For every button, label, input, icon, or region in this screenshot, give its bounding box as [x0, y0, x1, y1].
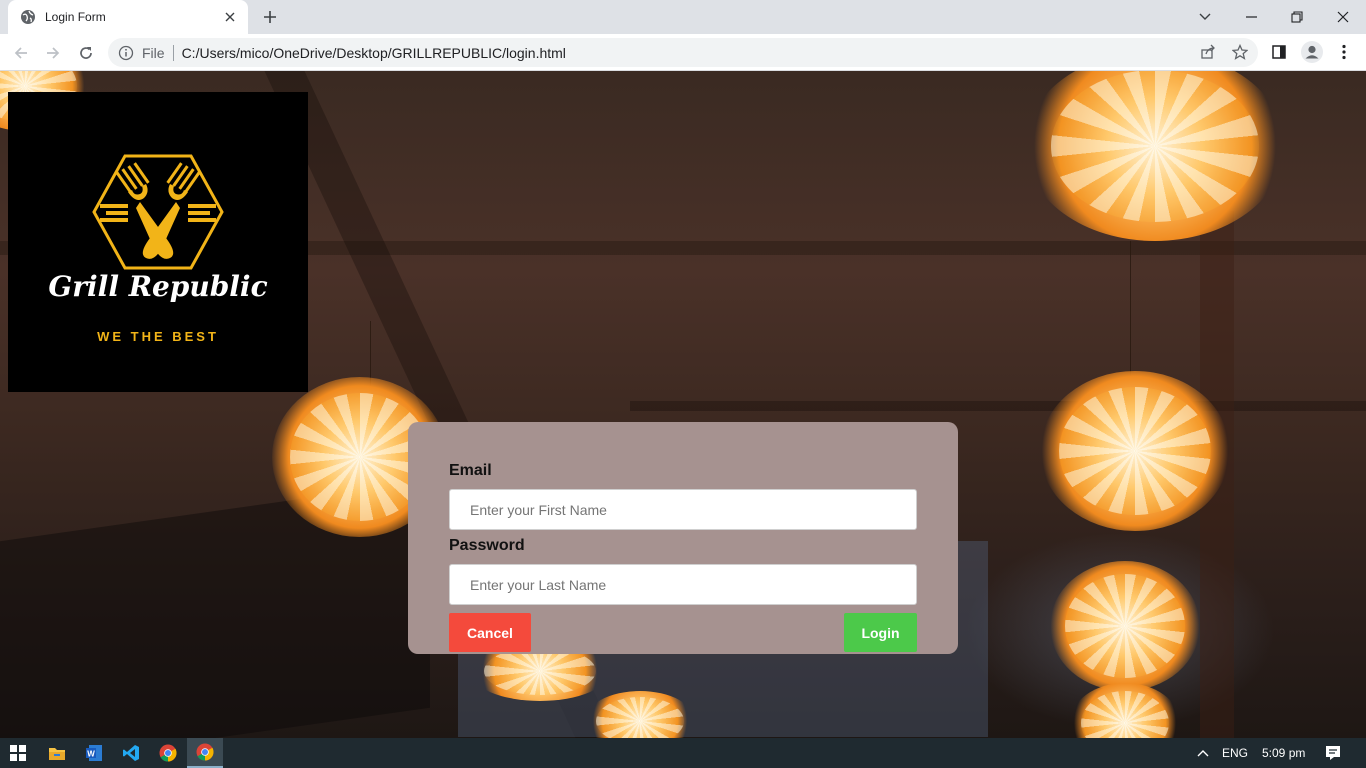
password-label: Password [449, 537, 525, 554]
lamp-cord [1130, 241, 1131, 381]
vscode-icon[interactable] [113, 738, 149, 768]
minimize-icon[interactable] [1228, 0, 1274, 34]
ceiling-beam [630, 401, 1366, 411]
close-tab-icon[interactable] [222, 9, 238, 25]
browser-tab-bar: Login Form [0, 0, 1366, 34]
side-panel-icon[interactable] [1267, 40, 1291, 64]
tab-search-icon[interactable] [1182, 0, 1228, 34]
close-window-icon[interactable] [1320, 0, 1366, 34]
pendant-lamp [1025, 71, 1285, 241]
login-button[interactable]: Login [844, 613, 917, 652]
info-icon[interactable] [118, 45, 134, 61]
pendant-lamp [1040, 371, 1230, 531]
tray-chevron-up-icon[interactable] [1188, 738, 1218, 768]
browser-tab[interactable]: Login Form [8, 0, 248, 34]
browser-toolbar: File C:/Users/mico/OneDrive/Desktop/GRIL… [0, 34, 1366, 71]
language-indicator[interactable]: ENG [1222, 746, 1248, 760]
word-icon[interactable]: W [76, 738, 112, 768]
chrome-icon[interactable] [150, 738, 186, 768]
email-field[interactable] [449, 489, 917, 530]
clock[interactable]: 5:09 pm [1262, 746, 1305, 760]
crossed-forks-hexagon-icon [92, 154, 224, 270]
more-menu-icon[interactable] [1332, 40, 1356, 64]
bookmark-star-icon[interactable] [1228, 40, 1252, 64]
url-scheme: File [142, 44, 165, 61]
pendant-lamp [1050, 561, 1200, 691]
grill-republic-logo: Grill Republic WE THE BEST [8, 92, 308, 392]
globe-icon [20, 9, 36, 25]
url-text[interactable]: C:/Users/mico/OneDrive/Desktop/GRILLREPU… [182, 45, 566, 61]
notifications-icon[interactable] [1318, 738, 1348, 768]
logo-name: Grill Republic [48, 270, 268, 303]
windows-taskbar: W ENG 5:09 pm [0, 738, 1366, 768]
address-bar[interactable]: File C:/Users/mico/OneDrive/Desktop/GRIL… [108, 38, 1258, 67]
logo-tagline: WE THE BEST [97, 329, 219, 344]
page-background: Grill Republic WE THE BEST Email Passwor… [0, 71, 1366, 738]
chrome-active-icon[interactable] [187, 738, 223, 768]
url-separator [172, 44, 174, 61]
svg-text:W: W [87, 750, 95, 759]
forward-icon[interactable] [40, 40, 66, 66]
pendant-lamp [1070, 683, 1180, 738]
restore-icon[interactable] [1274, 0, 1320, 34]
cancel-button[interactable]: Cancel [449, 613, 531, 652]
start-icon[interactable] [0, 738, 36, 768]
tab-title: Login Form [45, 10, 106, 24]
file-explorer-icon[interactable] [39, 738, 75, 768]
new-tab-button[interactable] [258, 6, 282, 28]
password-field[interactable] [449, 564, 917, 605]
back-icon[interactable] [8, 40, 34, 66]
reload-icon[interactable] [73, 40, 99, 66]
email-label: Email [449, 462, 492, 479]
share-icon[interactable] [1196, 40, 1220, 64]
login-form: Email Password Cancel Login [408, 422, 958, 654]
profile-avatar-icon[interactable] [1300, 40, 1324, 64]
